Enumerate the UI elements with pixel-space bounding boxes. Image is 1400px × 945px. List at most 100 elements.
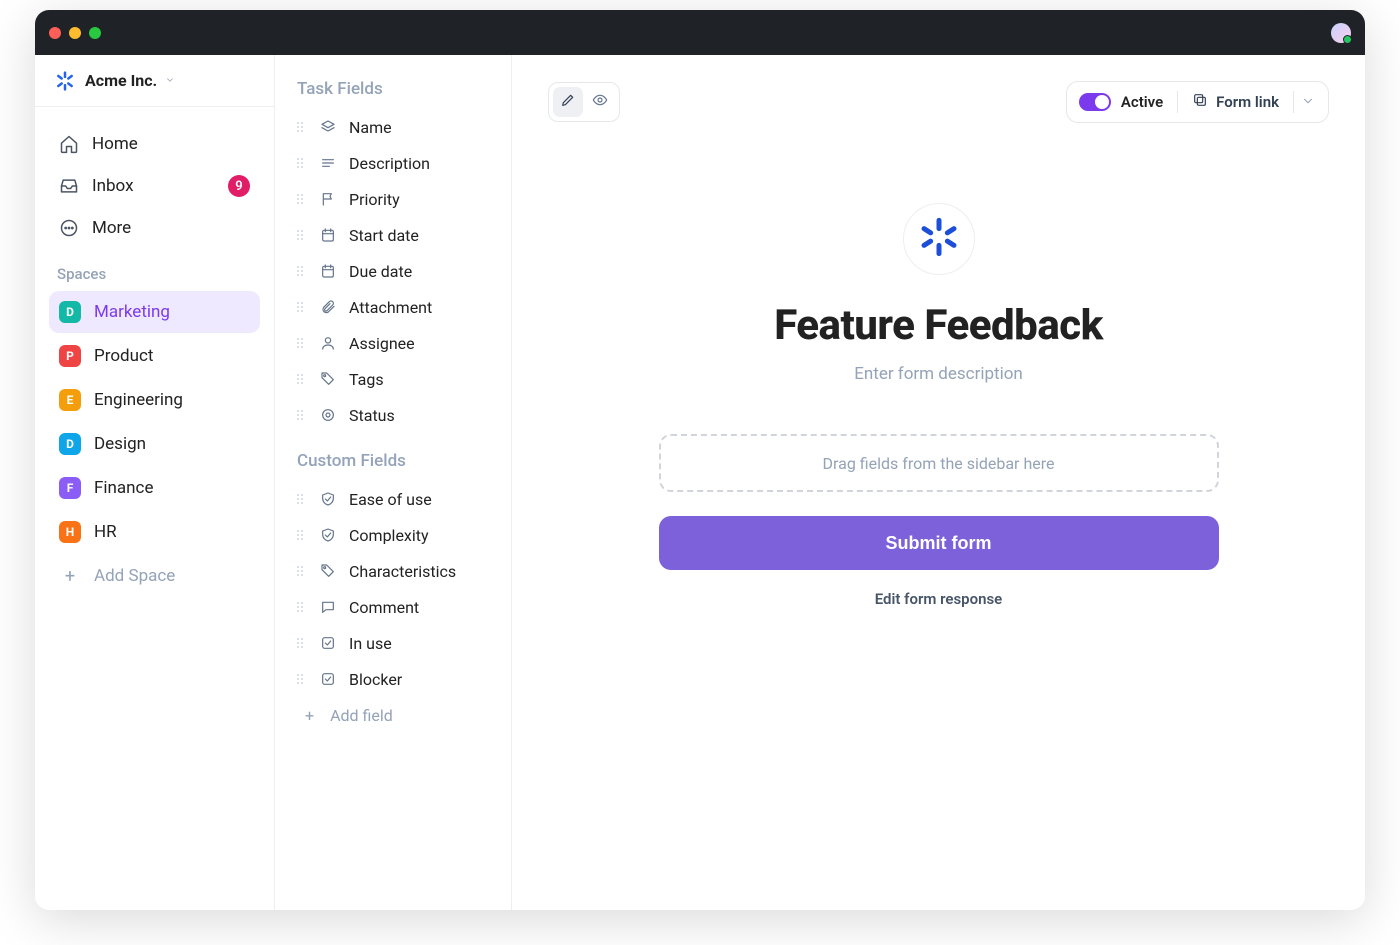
workspace-name: Acme Inc. [85,71,157,90]
content-columns: Acme Inc. Home Inbox 9 [35,55,1365,910]
task-field-item[interactable]: Name [275,109,511,145]
sidebar-nav: Acme Inc. Home Inbox 9 [35,55,275,910]
drag-handle-icon[interactable] [297,158,307,168]
nav-inbox-label: Inbox [92,176,134,196]
chevron-down-icon [1301,93,1315,112]
task-fields-list: Name Description PriorityStart date Due dat… [275,109,511,433]
space-chip: H [59,521,81,543]
tag-icon [319,370,337,388]
form-title[interactable]: Feature Feedback [774,301,1103,350]
check-icon [319,670,337,688]
custom-field-item[interactable]: Ease of use [275,481,511,517]
space-label: Engineering [94,390,183,410]
edit-response-link[interactable]: Edit form response [875,590,1003,608]
drag-handle-icon[interactable] [297,374,307,384]
task-field-item[interactable]: Status [275,397,511,433]
nav-home[interactable]: Home [49,123,260,165]
nav-primary: Home Inbox 9 More [35,107,274,253]
add-space-label: Add Space [94,566,175,586]
space-item-design[interactable]: DDesign [49,423,260,465]
submit-form-button[interactable]: Submit form [659,516,1219,570]
close-window-button[interactable] [49,27,61,39]
user-avatar[interactable] [1331,23,1351,43]
form-logo[interactable] [903,203,975,275]
add-field-button[interactable]: + Add field [275,697,511,733]
mode-switch [548,82,620,122]
nav-more[interactable]: More [49,207,260,249]
drag-handle-icon[interactable] [297,530,307,540]
nav-inbox[interactable]: Inbox 9 [49,165,260,207]
minimize-window-button[interactable] [69,27,81,39]
space-chip: D [59,301,81,323]
field-label: Comment [349,598,419,617]
add-space-button[interactable]: + Add Space [49,555,260,597]
pencil-icon [560,92,576,112]
task-field-item[interactable]: Start date [275,217,511,253]
maximize-window-button[interactable] [89,27,101,39]
drag-handle-icon[interactable] [297,602,307,612]
dropzone-hint: Drag fields from the sidebar here [823,454,1055,473]
form-link-label: Form link [1216,93,1279,111]
drag-handle-icon[interactable] [297,338,307,348]
space-label: Finance [94,478,153,498]
flag-icon [319,190,337,208]
workspace-switcher[interactable]: Acme Inc. [35,55,274,107]
main-content: Active Form link [512,55,1365,910]
calendar-icon [319,226,337,244]
custom-field-item[interactable]: In use [275,625,511,661]
custom-fields-heading: Custom Fields [275,433,511,481]
task-field-item[interactable]: Attachment [275,289,511,325]
space-chip: F [59,477,81,499]
field-label: Blocker [349,670,402,689]
task-fields-heading: Task Fields [275,79,511,109]
task-field-item[interactable]: Tags [275,361,511,397]
target-icon [319,406,337,424]
space-chip: D [59,433,81,455]
field-label: Description [349,154,430,173]
copy-link-icon [1192,92,1208,112]
calendar-icon [319,262,337,280]
field-dropzone[interactable]: Drag fields from the sidebar here [659,434,1219,492]
task-field-item[interactable]: Description [275,145,511,181]
drag-handle-icon[interactable] [297,302,307,312]
active-toggle-label: Active [1121,93,1163,111]
drag-handle-icon[interactable] [297,638,307,648]
form-description-placeholder[interactable]: Enter form description [854,364,1023,384]
space-item-finance[interactable]: F Finance [49,467,260,509]
drag-handle-icon[interactable] [297,266,307,276]
drag-handle-icon[interactable] [297,410,307,420]
form-link-button[interactable]: Form link [1178,92,1293,112]
drag-handle-icon[interactable] [297,494,307,504]
field-label: Tags [349,370,384,389]
custom-field-item[interactable]: Characteristics [275,553,511,589]
comment-icon [319,598,337,616]
more-options-button[interactable] [1294,93,1322,112]
drag-handle-icon[interactable] [297,230,307,240]
form-status-bar: Active Form link [1066,81,1329,123]
field-label: Characteristics [349,562,456,581]
custom-field-item[interactable]: Comment [275,589,511,625]
drag-handle-icon[interactable] [297,566,307,576]
task-field-item[interactable]: Assignee [275,325,511,361]
space-item-product[interactable]: PProduct [49,335,260,377]
preview-mode-button[interactable] [585,87,615,117]
space-item-marketing[interactable]: DMarketing [49,291,260,333]
drag-handle-icon[interactable] [297,674,307,684]
custom-field-item[interactable]: Blocker [275,661,511,697]
task-field-item[interactable]: Priority [275,181,511,217]
drag-handle-icon[interactable] [297,122,307,132]
custom-fields-list: Ease of use Complexity Characteristics Comm… [275,481,511,697]
field-label: Assignee [349,334,415,353]
field-label: Due date [349,262,412,281]
drag-handle-icon[interactable] [297,194,307,204]
window-controls [49,27,101,39]
space-item-hr[interactable]: HHR [49,511,260,553]
space-item-engineering[interactable]: EEngineering [49,379,260,421]
form-canvas: Feature Feedback Enter form description … [659,203,1219,608]
edit-mode-button[interactable] [553,87,583,117]
task-field-item[interactable]: Due date [275,253,511,289]
eye-icon [592,92,608,112]
field-label: Ease of use [349,490,432,509]
active-toggle[interactable] [1079,93,1111,111]
custom-field-item[interactable]: Complexity [275,517,511,553]
